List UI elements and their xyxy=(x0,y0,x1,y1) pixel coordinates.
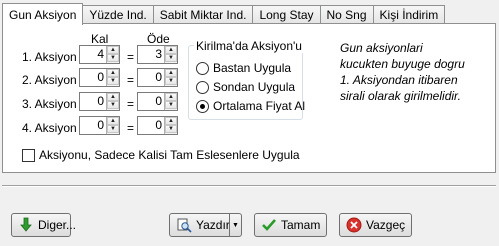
note-line: Gun aksiyonlari xyxy=(340,41,423,55)
spinner-arrows: ▲ ▼ xyxy=(106,117,119,134)
tab-no-sng[interactable]: No Sng xyxy=(319,5,374,24)
tab-kisi-indirim[interactable]: Kişi İndirim xyxy=(372,5,446,24)
ode-spinner-3[interactable]: 0 ▲ ▼ xyxy=(137,92,178,111)
ode-value-4[interactable]: 0 xyxy=(155,118,162,132)
diger-button[interactable]: Diger... xyxy=(11,213,76,237)
radio-label: Sondan Uygula xyxy=(213,80,296,94)
spin-up-icon[interactable]: ▲ xyxy=(107,69,119,77)
kal-value-3[interactable]: 0 xyxy=(97,94,104,108)
equals-sign-2: = xyxy=(127,73,135,87)
tab-long-stay[interactable]: Long Stay xyxy=(252,5,321,24)
spin-down-icon[interactable]: ▼ xyxy=(165,54,177,62)
cancel-icon xyxy=(346,217,362,233)
spin-down-icon[interactable]: ▼ xyxy=(165,125,177,133)
spin-up-icon[interactable]: ▲ xyxy=(165,46,177,54)
spinner-arrows: ▲ ▼ xyxy=(106,46,119,63)
radio-circle-icon[interactable] xyxy=(196,80,209,94)
row-label-4: 4. Aksiyon xyxy=(22,121,77,135)
row-label-2: 2. Aksiyon xyxy=(22,73,77,87)
ode-spinner-1[interactable]: 3 ▲ ▼ xyxy=(137,45,178,64)
spinner-arrows: ▲ ▼ xyxy=(164,69,177,86)
kal-spinner-1[interactable]: 4 ▲ ▼ xyxy=(79,45,120,64)
spin-down-icon[interactable]: ▼ xyxy=(165,77,177,85)
spin-up-icon[interactable]: ▲ xyxy=(107,93,119,101)
separator xyxy=(2,185,496,187)
spin-up-icon[interactable]: ▲ xyxy=(107,117,119,125)
spinner-arrows: ▲ ▼ xyxy=(164,117,177,134)
green-down-arrow-icon xyxy=(18,217,34,233)
vazgec-button[interactable]: Vazgeç xyxy=(339,213,412,237)
tab-sabit-miktar-ind[interactable]: Sabit Miktar Ind. xyxy=(152,5,254,24)
radio-circle-icon[interactable] xyxy=(196,61,209,75)
spin-down-icon[interactable]: ▼ xyxy=(107,101,119,109)
spin-down-icon[interactable]: ▼ xyxy=(107,125,119,133)
spinner-arrows: ▲ ▼ xyxy=(106,69,119,86)
tamam-button[interactable]: Tamam xyxy=(254,213,327,237)
radio-bastan-uygula[interactable]: Bastan Uygula xyxy=(196,60,291,76)
exact-match-checkbox[interactable] xyxy=(22,148,35,162)
spinner-arrows: ▲ ▼ xyxy=(106,93,119,110)
kal-value-2[interactable]: 0 xyxy=(97,70,104,84)
radio-ortalama-fiyat-al[interactable]: Ortalama Fiyat Al xyxy=(196,98,305,114)
radio-sondan-uygula[interactable]: Sondan Uygula xyxy=(196,79,295,95)
spin-up-icon[interactable]: ▲ xyxy=(107,46,119,54)
spin-up-icon[interactable]: ▲ xyxy=(165,117,177,125)
spin-down-icon[interactable]: ▼ xyxy=(165,101,177,109)
spin-down-icon[interactable]: ▼ xyxy=(107,77,119,85)
spinner-arrows: ▲ ▼ xyxy=(164,93,177,110)
kal-spinner-3[interactable]: 0 ▲ ▼ xyxy=(79,92,120,111)
dialog-window: Gun Aksiyon Yüzde Ind. Sabit Miktar Ind.… xyxy=(0,0,499,246)
radio-checked-icon[interactable] xyxy=(196,99,209,113)
print-preview-icon xyxy=(176,217,192,233)
exact-match-checkbox-label: Aksiyonu, Sadece Kalisi Tam Eslesenlere … xyxy=(39,148,300,162)
equals-sign-1: = xyxy=(127,50,135,64)
kal-header: Kal xyxy=(91,32,109,46)
diger-label: Diger... xyxy=(38,218,77,232)
tab-gun-aksiyon[interactable]: Gun Aksiyon xyxy=(2,3,84,25)
equals-sign-4: = xyxy=(127,121,135,135)
exact-match-checkbox-row[interactable]: Aksiyonu, Sadece Kalisi Tam Eslesenlere … xyxy=(22,148,300,162)
ode-spinner-2[interactable]: 0 ▲ ▼ xyxy=(137,68,178,87)
checkmark-icon xyxy=(261,217,277,233)
kal-spinner-4[interactable]: 0 ▲ ▼ xyxy=(79,116,120,135)
vazgec-label: Vazgeç xyxy=(366,218,406,232)
ode-value-1[interactable]: 3 xyxy=(155,47,162,61)
ode-value-2[interactable]: 0 xyxy=(155,70,162,84)
tamam-label: Tamam xyxy=(281,218,321,232)
equals-sign-3: = xyxy=(127,97,135,111)
yazdir-button[interactable]: Yazdır xyxy=(169,213,230,237)
kirilma-group-title: Kirilma'da Aksiyon'u xyxy=(194,39,304,53)
kal-value-4[interactable]: 0 xyxy=(97,118,104,132)
ode-value-3[interactable]: 0 xyxy=(155,94,162,108)
radio-label: Ortalama Fiyat Al xyxy=(213,99,306,113)
yazdir-dropdown-icon[interactable]: ▼ xyxy=(229,213,242,237)
note-line: kucukten buyuge dogru xyxy=(340,57,465,71)
info-note: Gun aksiyonlari kucukten buyuge dogru 1.… xyxy=(340,40,490,104)
kal-value-1[interactable]: 4 xyxy=(97,47,104,61)
spin-up-icon[interactable]: ▲ xyxy=(165,93,177,101)
yazdir-label: Yazdır xyxy=(196,218,230,232)
kal-spinner-2[interactable]: 0 ▲ ▼ xyxy=(79,68,120,87)
ode-spinner-4[interactable]: 0 ▲ ▼ xyxy=(137,116,178,135)
tab-strip: Gun Aksiyon Yüzde Ind. Sabit Miktar Ind.… xyxy=(2,2,446,25)
spin-up-icon[interactable]: ▲ xyxy=(165,69,177,77)
tab-yuzde-ind[interactable]: Yüzde Ind. xyxy=(82,5,154,24)
ode-header: Öde xyxy=(147,32,170,46)
note-line: sirali olarak girilmelidir. xyxy=(340,89,461,103)
spinner-arrows: ▲ ▼ xyxy=(164,46,177,63)
note-line: 1. Aksiyondan itibaren xyxy=(340,73,458,87)
radio-label: Bastan Uygula xyxy=(213,61,292,75)
spin-down-icon[interactable]: ▼ xyxy=(107,54,119,62)
row-label-1: 1. Aksiyon xyxy=(22,50,77,64)
row-label-3: 3. Aksiyon xyxy=(22,97,77,111)
